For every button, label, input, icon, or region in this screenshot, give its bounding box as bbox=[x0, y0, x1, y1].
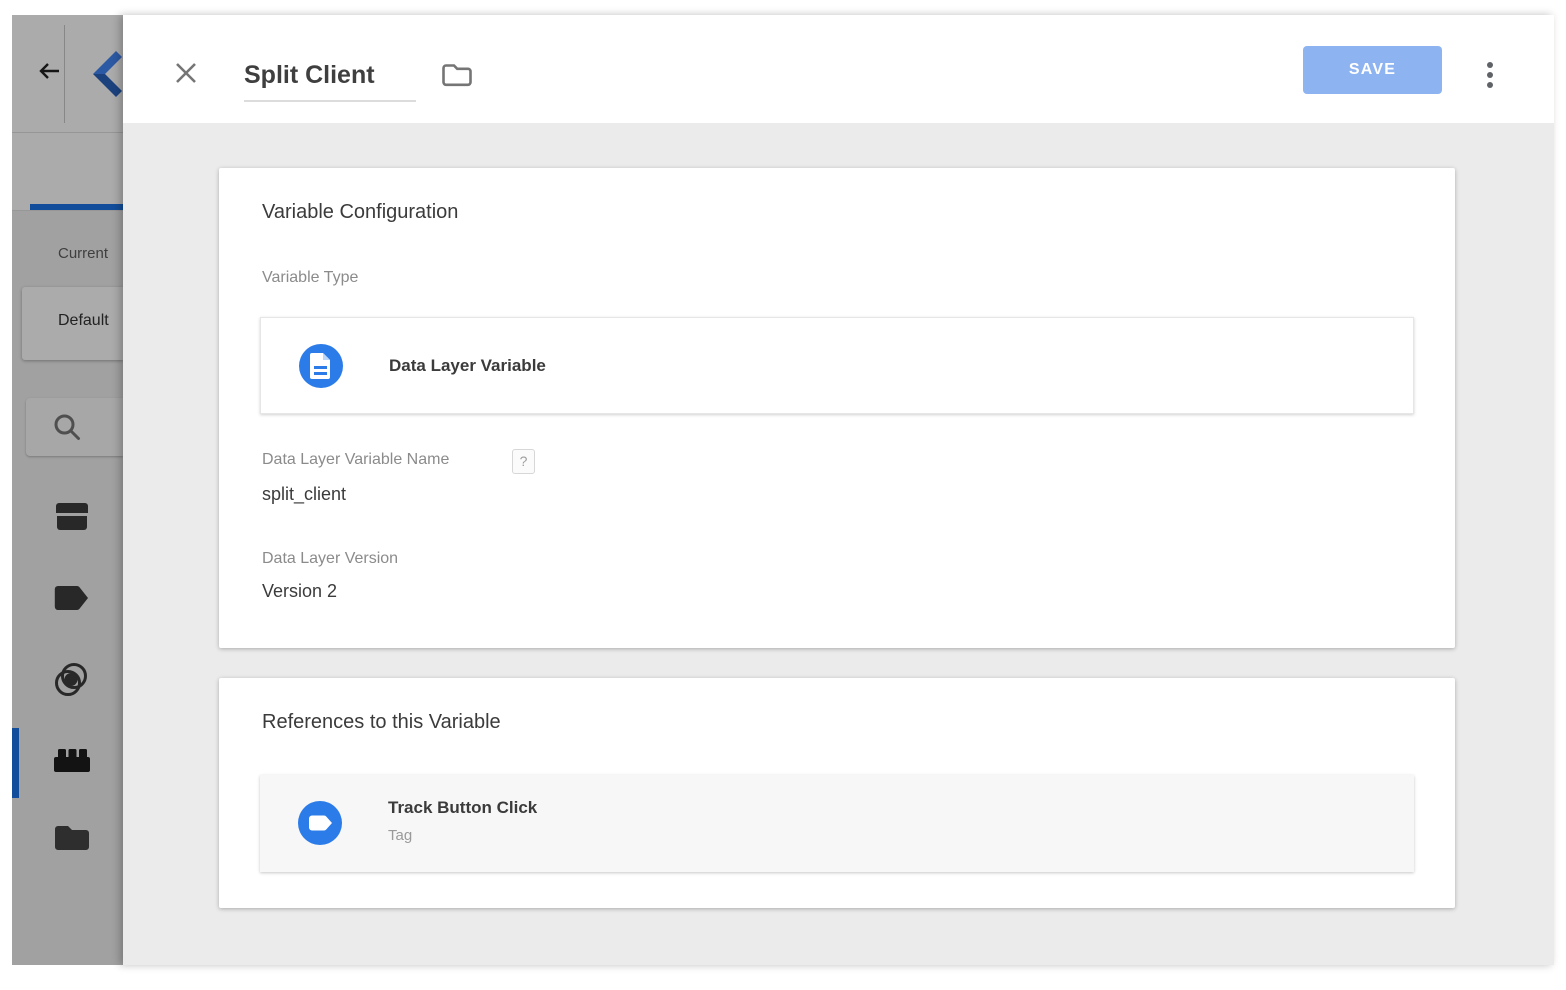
tag-reference-icon bbox=[307, 811, 333, 835]
close-button[interactable] bbox=[173, 60, 201, 88]
folder-outline-icon bbox=[440, 61, 474, 89]
variable-editor-sheet: Split Client SAVE Variable Configuration… bbox=[123, 15, 1554, 965]
references-card-title: References to this Variable bbox=[262, 711, 501, 734]
data-layer-variable-icon bbox=[308, 351, 334, 381]
references-card: References to this Variable Track Button… bbox=[219, 678, 1455, 908]
variable-type-badge bbox=[299, 344, 343, 388]
dl-name-label: Data Layer Variable Name bbox=[262, 451, 449, 469]
reference-name: Track Button Click bbox=[388, 798, 537, 818]
variable-type-row[interactable]: Data Layer Variable bbox=[260, 317, 1414, 414]
dl-name-value: split_client bbox=[262, 484, 346, 505]
dl-version-label: Data Layer Version bbox=[262, 550, 398, 568]
reference-row[interactable]: Track Button Click Tag bbox=[260, 775, 1414, 872]
overflow-menu-button[interactable] bbox=[1479, 59, 1501, 91]
variable-title-input[interactable]: Split Client bbox=[244, 61, 416, 102]
sheet-header: Split Client SAVE bbox=[123, 15, 1554, 123]
move-to-folder-button[interactable] bbox=[440, 61, 474, 89]
reference-type-badge bbox=[298, 801, 342, 845]
save-button[interactable]: SAVE bbox=[1303, 46, 1442, 94]
screen: WORK Current Default bbox=[0, 0, 1566, 990]
dl-version-value: Version 2 bbox=[262, 581, 337, 602]
config-card-title: Variable Configuration bbox=[262, 201, 458, 224]
variable-type-label: Variable Type bbox=[262, 269, 358, 287]
variable-configuration-card: Variable Configuration Variable Type Dat… bbox=[219, 168, 1455, 648]
reference-type: Tag bbox=[388, 827, 412, 844]
modal-scrim bbox=[12, 15, 123, 965]
variable-type-name: Data Layer Variable bbox=[389, 356, 546, 376]
close-icon bbox=[173, 60, 199, 86]
help-button[interactable]: ? bbox=[512, 449, 535, 474]
kebab-icon bbox=[1487, 62, 1493, 68]
